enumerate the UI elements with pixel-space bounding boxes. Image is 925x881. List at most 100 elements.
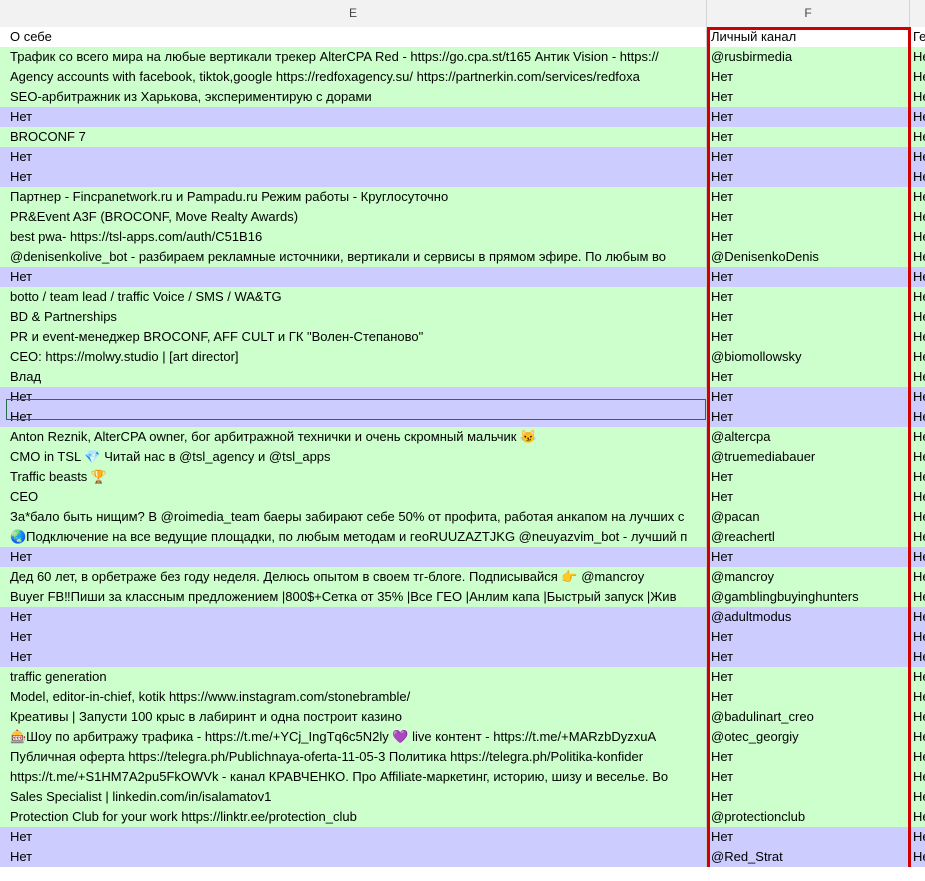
cell-about[interactable]: BROCONF 7 [0, 127, 707, 147]
cell-about[interactable]: Нет [0, 627, 707, 647]
cell-about[interactable]: traffic generation [0, 667, 707, 687]
cell-channel[interactable]: Нет [707, 767, 910, 787]
cell-next-column[interactable]: Не [910, 827, 925, 847]
cell-about[interactable]: Нет [0, 407, 707, 427]
cell-next-column[interactable]: Не [910, 687, 925, 707]
cell-next-column[interactable]: Не [910, 167, 925, 187]
cell-next-column[interactable]: Не [910, 747, 925, 767]
cell-channel[interactable]: Нет [707, 187, 910, 207]
cell-about[interactable]: Влад [0, 367, 707, 387]
cell-about[interactable]: CMO in TSL 💎 Читай нас в @tsl_agency и @… [0, 447, 707, 467]
cell-next-column[interactable]: Не [910, 707, 925, 727]
cell-next-column[interactable]: Не [910, 227, 925, 247]
cell-next-column[interactable]: Не [910, 87, 925, 107]
cell-about[interactable]: SEO-арбитражник из Харькова, эксперимент… [0, 87, 707, 107]
cell-channel[interactable]: @DenisenkoDenis [707, 247, 910, 267]
cell-about[interactable]: botto / team lead / traffic Voice / SMS … [0, 287, 707, 307]
column-header-g[interactable] [910, 0, 925, 27]
cell-channel[interactable]: Нет [707, 547, 910, 567]
cell-next-column[interactable]: Не [910, 467, 925, 487]
cell-next-column[interactable]: Не [910, 767, 925, 787]
cell-channel[interactable]: Нет [707, 387, 910, 407]
cell-about[interactable]: Нет [0, 547, 707, 567]
cell-next-column[interactable]: Не [910, 487, 925, 507]
cell-channel[interactable]: @mancroy [707, 567, 910, 587]
cell-next-column[interactable]: Не [910, 847, 925, 867]
cell-about[interactable]: Agency accounts with facebook, tiktok,go… [0, 67, 707, 87]
cell-about[interactable]: Дед 60 лет, в орбетраже без году неделя.… [0, 567, 707, 587]
cell-about[interactable]: Нет [0, 167, 707, 187]
column-header-e[interactable]: E [0, 0, 707, 27]
cell-channel[interactable]: @reachertl [707, 527, 910, 547]
cell-about[interactable]: Traffic beasts 🏆 [0, 467, 707, 487]
cell-about[interactable]: За*бало быть нищим? В @roimedia_team бае… [0, 507, 707, 527]
cell-channel[interactable]: @biomollowsky [707, 347, 910, 367]
cell-about[interactable]: Protection Club for your work https://li… [0, 807, 707, 827]
cell-about[interactable]: @denisenkolive_bot - разбираем рекламные… [0, 247, 707, 267]
cell-channel[interactable]: Нет [707, 267, 910, 287]
cell-about[interactable]: Нет [0, 827, 707, 847]
cell-about[interactable]: Нет [0, 607, 707, 627]
cell-channel[interactable]: Нет [707, 147, 910, 167]
cell-about[interactable]: best pwa- https://tsl-apps.com/auth/C51B… [0, 227, 707, 247]
cell-next-column[interactable]: Не [910, 187, 925, 207]
cell-about[interactable]: Нет [0, 147, 707, 167]
cell-channel[interactable]: @pacan [707, 507, 910, 527]
cell-channel[interactable]: Нет [707, 827, 910, 847]
cell-next-column[interactable]: Не [910, 207, 925, 227]
cell-next-column[interactable]: Не [910, 667, 925, 687]
cell-channel[interactable]: Нет [707, 67, 910, 87]
cell-next-column[interactable]: Не [910, 107, 925, 127]
cell-about[interactable]: Нет [0, 107, 707, 127]
cell-channel[interactable]: @rusbirmedia [707, 47, 910, 67]
cell-about[interactable]: Нет [0, 267, 707, 287]
cell-next-column[interactable]: Не [910, 327, 925, 347]
cell-next-column[interactable]: Не [910, 447, 925, 467]
cell-channel[interactable]: Нет [707, 467, 910, 487]
column-header-f[interactable]: F [707, 0, 910, 27]
cell-channel[interactable]: Нет [707, 167, 910, 187]
cell-about[interactable]: Трафик со всего мира на любые вертикали … [0, 47, 707, 67]
cell-channel[interactable]: Нет [707, 307, 910, 327]
cell-about[interactable]: Model, editor-in-chief, kotik https://ww… [0, 687, 707, 707]
cell-about[interactable]: CEO [0, 487, 707, 507]
cell-next-column[interactable]: Не [910, 647, 925, 667]
cell-channel[interactable]: Нет [707, 107, 910, 127]
cell-next-column[interactable]: Не [910, 567, 925, 587]
cell-next-column[interactable]: Не [910, 547, 925, 567]
cell-channel[interactable]: Нет [707, 87, 910, 107]
cell-channel[interactable]: Нет [707, 787, 910, 807]
cell-channel[interactable]: Нет [707, 127, 910, 147]
cell-about[interactable]: Нет [0, 647, 707, 667]
cell-channel[interactable]: Нет [707, 327, 910, 347]
cell-about[interactable]: Партнер - Fincpanetwork.ru и Pampadu.ru … [0, 187, 707, 207]
cell-channel[interactable]: Нет [707, 627, 910, 647]
cell-about[interactable]: PR и event-менеджер BROCONF, AFF CULT и … [0, 327, 707, 347]
cell-channel[interactable]: @truemediabauer [707, 447, 910, 467]
cell-next-column[interactable]: Не [910, 407, 925, 427]
cell-next-column[interactable]: Не [910, 247, 925, 267]
cell-channel[interactable]: Нет [707, 687, 910, 707]
cell-next-column[interactable]: Не [910, 67, 925, 87]
cell-about[interactable]: https://t.me/+S1HM7A2pu5FkOWVk - канал К… [0, 767, 707, 787]
cell-next-column[interactable]: Не [910, 367, 925, 387]
cell-next-column[interactable]: Не [910, 807, 925, 827]
cell-about[interactable]: Публичная оферта https://telegra.ph/Publ… [0, 747, 707, 767]
cell-next-column[interactable]: Не [910, 147, 925, 167]
cell-next-column[interactable]: Не [910, 387, 925, 407]
cell-next-column[interactable]: Не [910, 727, 925, 747]
cell-next-column[interactable]: Не [910, 307, 925, 327]
cell-about[interactable]: PR&Event A3F (BROCONF, Move Realty Award… [0, 207, 707, 227]
cell-about[interactable]: Anton Reznik, AlterCPA owner, бог арбитр… [0, 427, 707, 447]
cell-next-column[interactable]: Не [910, 587, 925, 607]
cell-about[interactable]: CEO: https://molwy.studio | [art directo… [0, 347, 707, 367]
cell-next-column[interactable]: Не [910, 127, 925, 147]
cell-channel[interactable]: @Red_Strat [707, 847, 910, 867]
cell-channel[interactable]: Нет [707, 227, 910, 247]
cell-channel[interactable]: Нет [707, 667, 910, 687]
cell-channel[interactable]: @adultmodus [707, 607, 910, 627]
cell-next-column[interactable]: Не [910, 527, 925, 547]
cell-about[interactable]: Buyer FB‼Пиши за классным предложением |… [0, 587, 707, 607]
cell-next-column[interactable]: Не [910, 267, 925, 287]
cell-channel[interactable]: Нет [707, 287, 910, 307]
